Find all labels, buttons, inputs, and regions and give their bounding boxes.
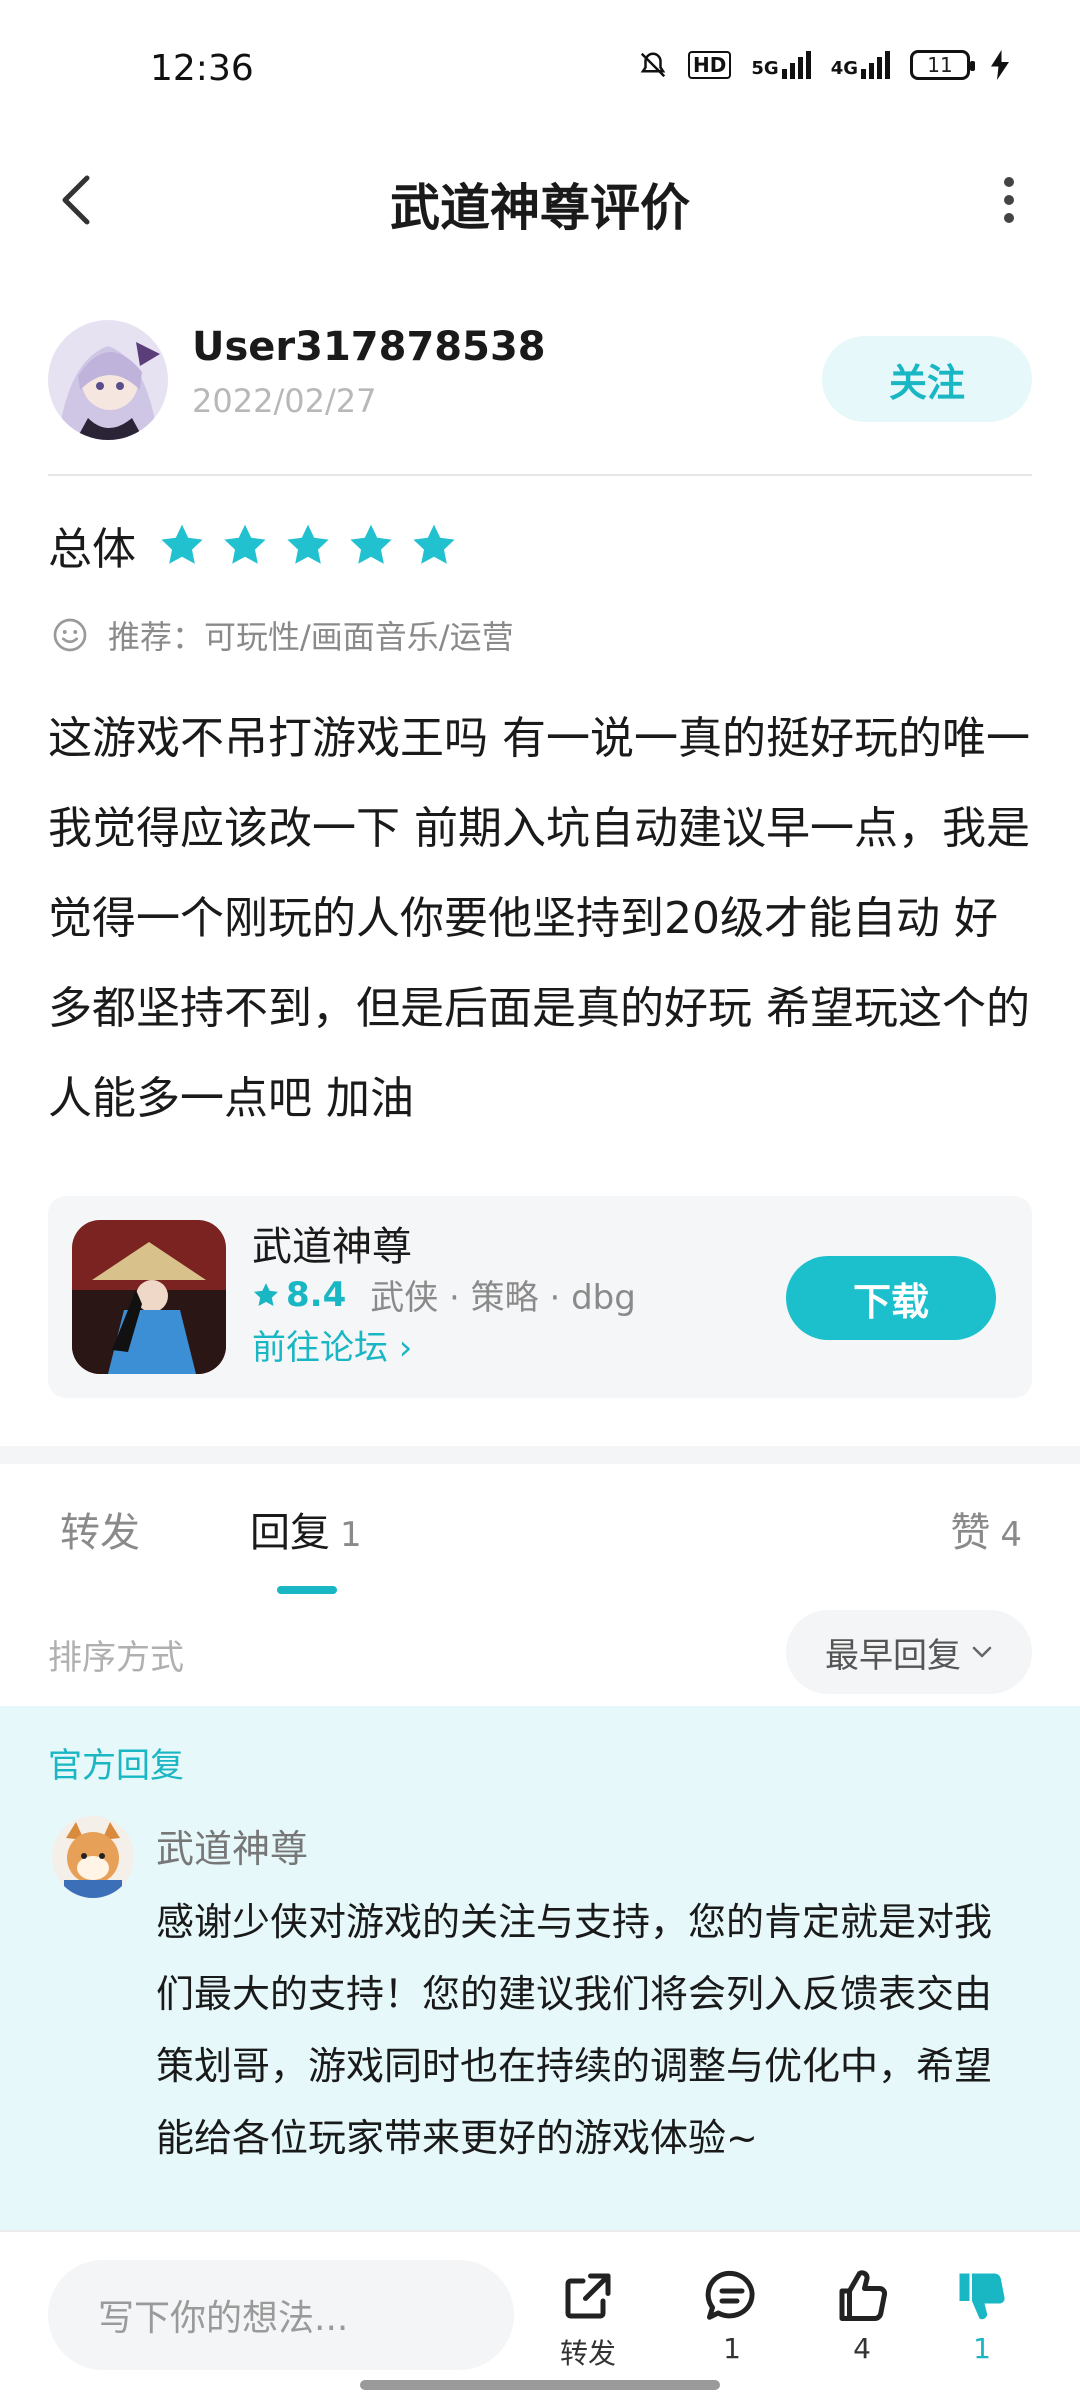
comment-icon (705, 2270, 755, 2320)
username[interactable]: User317878538 (192, 324, 546, 370)
signal-5g-icon: 5G (751, 51, 811, 79)
thumbs-down-icon (959, 2273, 1005, 2320)
thumbs-up-icon (839, 2270, 888, 2321)
download-button[interactable]: 下载 (786, 1256, 996, 1340)
comment-input[interactable]: 写下你的想法... (48, 2260, 514, 2370)
header: 武道神尊评价 (0, 140, 1080, 260)
overall-rating: 总体 (48, 515, 473, 575)
official-reply-label: 官方回复 (48, 1746, 184, 1786)
star-icon (161, 524, 203, 564)
sort-selected: 最早回复 (825, 1635, 961, 1676)
recommend-tags: 推荐：可玩性/画面音乐/运营 (52, 612, 514, 658)
forum-link[interactable]: 前往论坛 › (252, 1320, 412, 1369)
app-meta: 8.4 武侠 · 策略 · dbg (252, 1270, 636, 1319)
app-card[interactable]: 武道神尊 8.4 武侠 · 策略 · dbg 前往论坛 › 下载 (48, 1196, 1032, 1398)
tab-reply[interactable]: 回复 1 (250, 1500, 362, 1558)
reply-author-name[interactable]: 武道神尊 (156, 1818, 308, 1873)
tab-forward[interactable]: 转发 (60, 1500, 140, 1558)
more-vertical-icon (1004, 177, 1014, 223)
star-icon (253, 1282, 279, 1306)
hd-icon: HD (688, 51, 732, 79)
home-indicator[interactable] (360, 2380, 720, 2390)
tab-reply-count: 1 (340, 1515, 362, 1555)
sort-dropdown[interactable]: 最早回复 (786, 1610, 1032, 1694)
status-time: 12:36 (150, 48, 254, 89)
page-title: 武道神尊评价 (390, 179, 690, 237)
share-icon (565, 2273, 611, 2319)
more-options-button[interactable] (974, 162, 1044, 238)
tab-bar: 转发 回复 1 赞4 (0, 1464, 1080, 1604)
status-icons: HD 5G 4G 11 (638, 50, 1010, 80)
signal-4g-icon: 4G (831, 51, 890, 79)
active-tab-indicator (277, 1586, 337, 1594)
app-name: 武道神尊 (252, 1224, 412, 1270)
divider (48, 474, 1032, 476)
review-body: 这游戏不吊打游戏王吗 有一说一真的挺好玩的唯一我觉得应该改一下 前期入坑自动建议… (48, 713, 1030, 1124)
app-icon[interactable] (72, 1220, 226, 1374)
follow-button[interactable]: 关注 (822, 336, 1032, 422)
star-icon (350, 524, 392, 564)
rating-label: 总体 (48, 524, 136, 575)
reply-body: 感谢少侠对游戏的关注与支持，您的肯定就是对我们最大的支持！您的建议我们将会列入反… (156, 1900, 993, 2160)
section-divider (0, 1446, 1080, 1464)
like-button[interactable]: 4 (812, 2266, 912, 2365)
tab-like-label: 赞 (950, 1510, 991, 1556)
tab-like[interactable]: 赞4 (950, 1500, 1022, 1558)
post-date: 2022/02/27 (192, 382, 377, 420)
like-count: 4 (853, 2332, 871, 2365)
bottom-action-bar: 写下你的想法... 转发 1 4 1 (0, 2230, 1080, 2400)
battery-icon: 11 (910, 50, 975, 80)
sort-row: 排序方式 最早回复 (0, 1604, 1080, 1704)
tab-reply-label: 回复 (250, 1510, 330, 1556)
smile-icon (53, 618, 87, 652)
share-button[interactable]: 转发 (538, 2266, 638, 2372)
comment-button[interactable]: 1 (682, 2266, 782, 2365)
mute-bell-icon (640, 52, 666, 78)
dislike-button[interactable]: 1 (932, 2266, 1032, 2365)
app-tags: 武侠 · 策略 · dbg (370, 1278, 636, 1318)
charging-icon (991, 50, 1009, 80)
official-reply: 官方回复 武道神尊 感谢少侠对游戏的关注与支持，您的肯定就是对我们最大的支持！您… (0, 1706, 1080, 2230)
star-icon (287, 524, 329, 564)
review-author: User317878538 2022/02/27 关注 (48, 320, 1032, 440)
tab-like-count: 4 (1000, 1515, 1022, 1555)
avatar[interactable] (52, 1816, 134, 1898)
dislike-count: 1 (973, 2332, 991, 2365)
sort-label: 排序方式 (48, 1638, 184, 1678)
tab-forward-label: 转发 (60, 1510, 140, 1556)
recommend-text: 推荐：可玩性/画面音乐/运营 (108, 618, 514, 656)
status-bar: 12:36 HD 5G 4G 11 (0, 0, 1080, 140)
comment-count: 1 (723, 2332, 741, 2365)
star-icon (224, 524, 266, 564)
app-score: 8.4 (286, 1274, 347, 1315)
star-icon (413, 524, 455, 564)
share-label: 转发 (559, 2337, 616, 2370)
avatar[interactable] (48, 320, 168, 440)
chevron-down-icon (972, 1646, 992, 1658)
